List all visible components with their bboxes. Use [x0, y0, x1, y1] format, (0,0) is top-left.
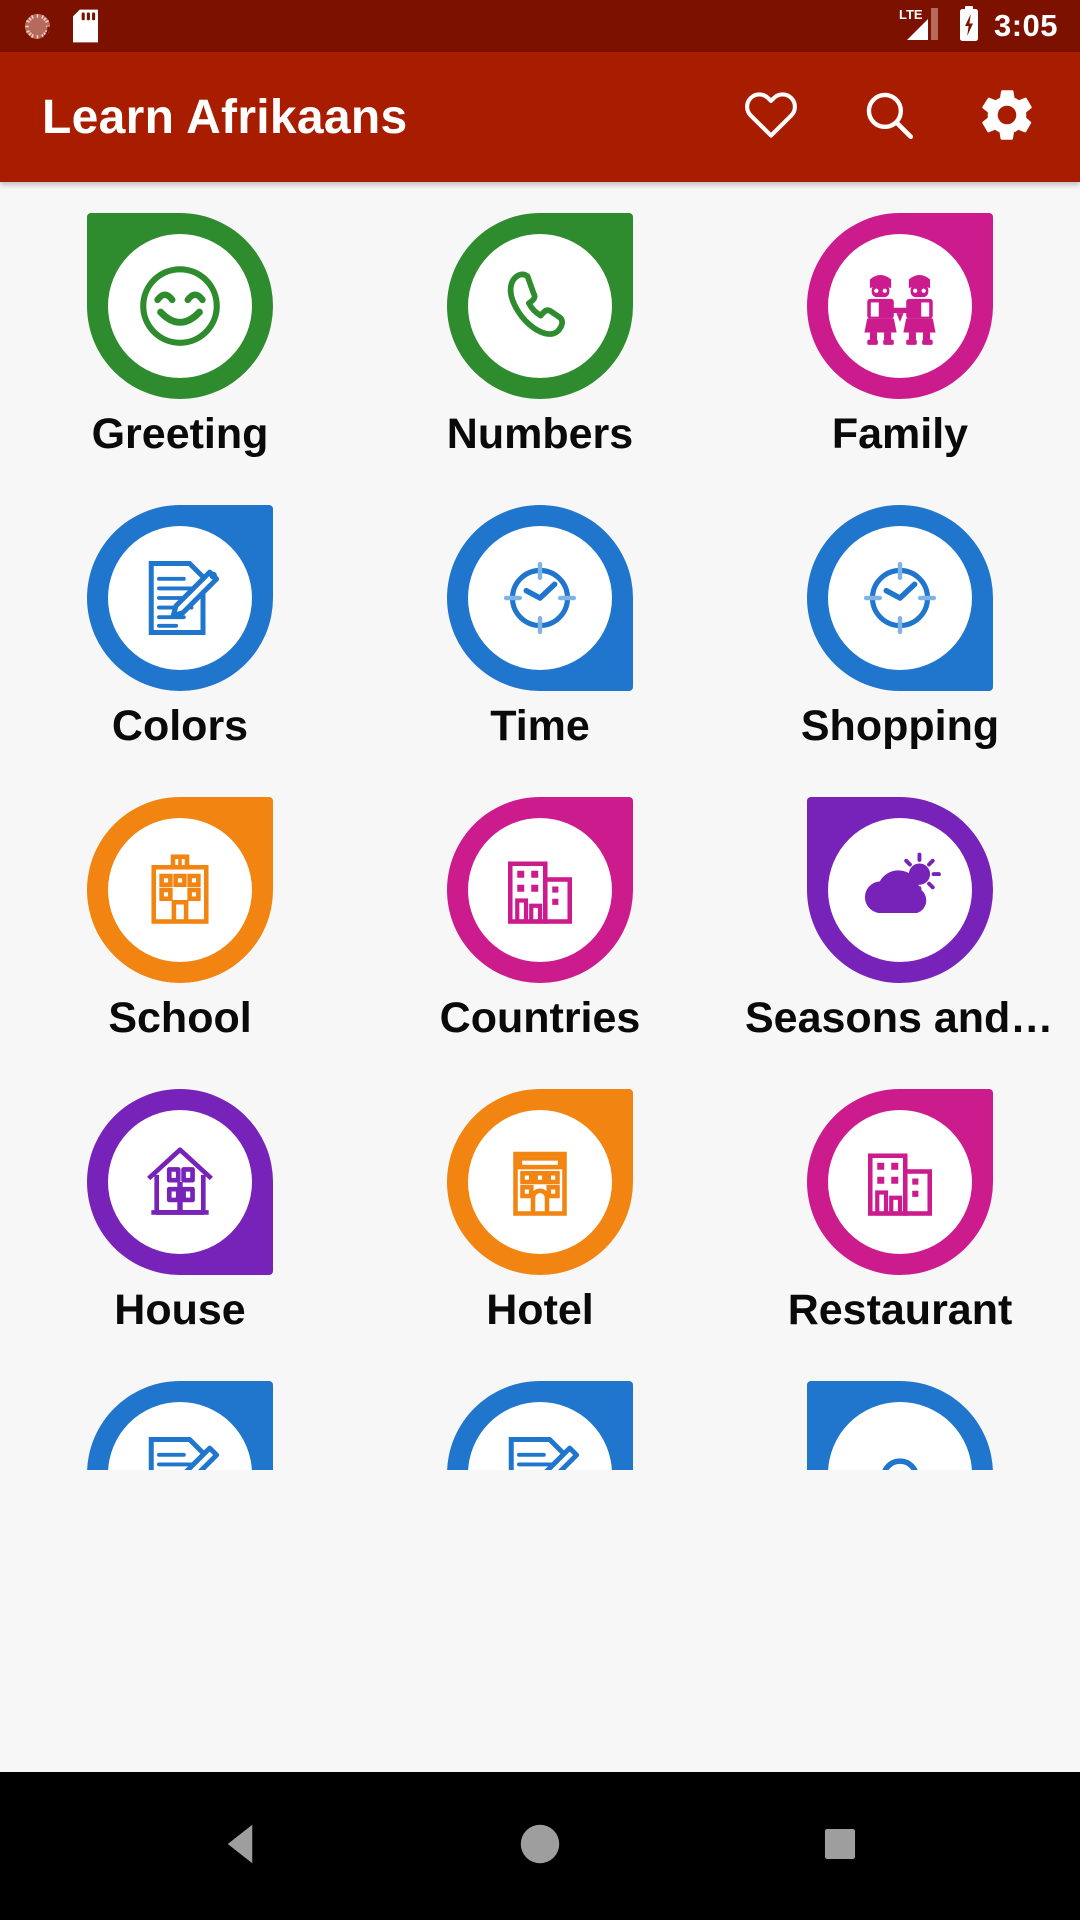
arch-icon [856, 1430, 944, 1470]
circle-home-icon [518, 1822, 562, 1871]
recents-button[interactable] [750, 1772, 930, 1920]
category-tile-row5-col3[interactable] [720, 1378, 1080, 1470]
tile-icon [804, 794, 996, 986]
category-grid-scroll-area[interactable]: Greeting Numbers Family Colors Time Shop… [0, 182, 1080, 1470]
school-building-icon [138, 848, 222, 932]
status-bar-clock: 3:05 [993, 7, 1058, 43]
tile-label: Family [831, 412, 969, 458]
category-tile-time[interactable]: Time [360, 502, 720, 794]
status-bar-right-icons: LTE 3:05 [898, 5, 1058, 47]
city-buildings-icon [858, 1140, 942, 1224]
document-pencil-icon [134, 1428, 226, 1470]
triangle-back-icon [219, 1821, 261, 1872]
back-button[interactable] [150, 1772, 330, 1920]
tile-icon [444, 1378, 636, 1470]
sd-card-icon [73, 9, 98, 43]
category-tile-row5-col2[interactable] [360, 1378, 720, 1470]
tile-label: Numbers [446, 412, 634, 458]
category-grid: Greeting Numbers Family Colors Time Shop… [0, 182, 1080, 1470]
category-tile-row5-col1[interactable] [0, 1378, 360, 1470]
lte-signal-icon: LTE [898, 6, 944, 47]
clock-icon [856, 554, 944, 642]
category-tile-numbers[interactable]: Numbers [360, 210, 720, 502]
category-tile-greeting[interactable]: Greeting [0, 210, 360, 502]
battery-charging-icon [958, 5, 980, 47]
status-bar-left-icons [22, 9, 98, 43]
tile-label: House [114, 1288, 246, 1334]
tile-label: Restaurant [787, 1288, 1013, 1334]
gear-icon [975, 84, 1039, 151]
tile-label: School [108, 996, 252, 1042]
clock-icon [496, 554, 584, 642]
category-tile-school[interactable]: School [0, 794, 360, 1086]
home-button[interactable] [450, 1772, 630, 1920]
city-buildings-icon [498, 848, 582, 932]
tile-icon [84, 794, 276, 986]
hotel-building-icon [498, 1140, 582, 1224]
house-icon [137, 1139, 223, 1225]
phone-handset-icon [494, 260, 586, 352]
heart-icon [740, 86, 802, 149]
alarm-dial-icon [22, 11, 53, 42]
category-tile-house[interactable]: House [0, 1086, 360, 1378]
category-tile-family[interactable]: Family [720, 210, 1080, 502]
category-tile-hotel[interactable]: Hotel [360, 1086, 720, 1378]
tile-label: Countries [439, 996, 641, 1042]
search-icon [859, 86, 919, 149]
app-bar-actions [738, 84, 1040, 150]
favorites-button[interactable] [738, 84, 804, 150]
smiley-face-icon [131, 257, 229, 355]
tile-label: Colors [111, 704, 249, 750]
cloud-sun-icon [854, 847, 946, 933]
tile-label: Greeting [91, 412, 269, 458]
document-pencil-icon [494, 1428, 586, 1470]
tile-label: Shopping [800, 704, 1000, 750]
tile-label: Seasons and Weather [745, 996, 1055, 1042]
tile-icon [444, 502, 636, 694]
category-tile-restaurant[interactable]: Restaurant [720, 1086, 1080, 1378]
svg-text:LTE: LTE [899, 7, 923, 22]
page-title: Learn Afrikaans [42, 90, 408, 144]
tile-icon [444, 794, 636, 986]
family-people-icon [854, 263, 946, 349]
search-button[interactable] [856, 84, 922, 150]
tile-icon [444, 210, 636, 402]
tile-icon [84, 1086, 276, 1278]
category-tile-seasons-and-weather[interactable]: Seasons and Weather [720, 794, 1080, 1086]
document-pencil-icon [134, 552, 226, 644]
settings-button[interactable] [974, 84, 1040, 150]
app-bar: Learn Afrikaans [0, 52, 1080, 182]
status-bar: LTE 3:05 [0, 0, 1080, 52]
tile-icon [84, 210, 276, 402]
category-tile-shopping[interactable]: Shopping [720, 502, 1080, 794]
system-navigation-bar [0, 1772, 1080, 1920]
tile-icon [804, 1378, 996, 1470]
tile-icon [804, 210, 996, 402]
tile-icon [804, 1086, 996, 1278]
tile-icon [444, 1086, 636, 1278]
category-tile-colors[interactable]: Colors [0, 502, 360, 794]
tile-icon [84, 502, 276, 694]
tile-icon [84, 1378, 276, 1470]
tile-icon [804, 502, 996, 694]
square-recents-icon [821, 1825, 859, 1868]
category-tile-countries[interactable]: Countries [360, 794, 720, 1086]
tile-label: Time [490, 704, 590, 750]
tile-label: Hotel [486, 1288, 594, 1334]
